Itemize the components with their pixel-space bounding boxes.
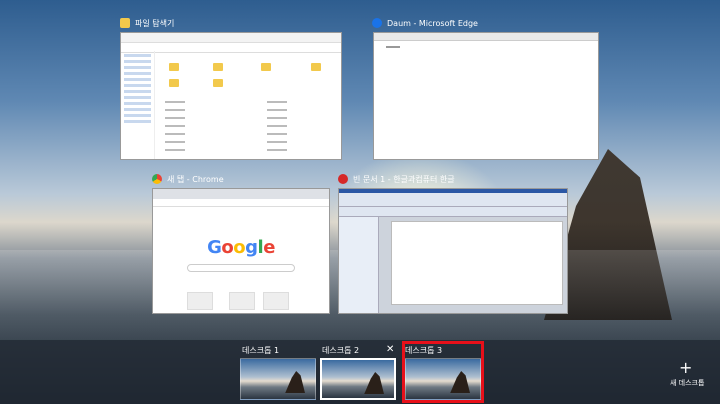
folder-icon <box>213 79 223 87</box>
folder-icon <box>261 63 271 71</box>
new-desktop-plus-icon[interactable]: + <box>679 360 692 376</box>
chrome-address-bar <box>153 199 329 207</box>
hwp-icon <box>338 174 348 184</box>
folder-icon <box>120 18 130 28</box>
explorer-nav-pane <box>121 51 155 159</box>
chrome-window-title[interactable]: 새 탭 - Chrome <box>152 172 224 186</box>
google-search-box <box>187 264 295 272</box>
shortcut-tile <box>263 292 289 310</box>
desktop-1-label: 데스크톱 1 <box>242 346 280 355</box>
folder-icon <box>169 63 179 71</box>
hwp-document-page <box>391 221 563 305</box>
chrome-window-thumbnail[interactable]: Google <box>152 188 330 314</box>
edge-window-title[interactable]: Daum - Microsoft Edge <box>372 16 478 30</box>
edge-title-text: Daum - Microsoft Edge <box>387 18 478 28</box>
shortcut-tile <box>229 292 255 310</box>
explorer-window-title[interactable]: 파일 탐색기 <box>120 16 174 30</box>
edge-toolbar <box>374 33 598 41</box>
hwp-side-panel <box>339 217 379 313</box>
folder-icon <box>311 63 321 71</box>
hwp-window-thumbnail[interactable] <box>338 188 568 314</box>
desktop-3-highlight-box <box>402 341 484 403</box>
desktop-2-thumbnail[interactable] <box>320 358 396 400</box>
hwp-window-title[interactable]: 빈 문서 1 - 한글과컴퓨터 한글 <box>338 172 455 186</box>
desktop-2-label: 데스크톱 2 <box>322 346 360 355</box>
explorer-title-text: 파일 탐색기 <box>135 18 175 28</box>
chrome-title-text: 새 탭 - Chrome <box>167 174 224 184</box>
close-desktop-2-icon[interactable]: ✕ <box>386 344 394 355</box>
chrome-icon <box>152 174 162 184</box>
hwp-toolbar <box>339 193 567 207</box>
edge-icon <box>372 18 382 28</box>
folder-icon <box>169 79 179 87</box>
chrome-tab-strip <box>153 189 329 199</box>
edge-window-thumbnail[interactable] <box>373 32 599 160</box>
google-logo: Google <box>207 237 275 258</box>
desktop-1-thumbnail[interactable] <box>240 358 316 400</box>
explorer-ribbon <box>121 33 341 43</box>
hwp-title-text: 빈 문서 1 - 한글과컴퓨터 한글 <box>353 174 455 184</box>
explorer-window-thumbnail[interactable] <box>120 32 342 160</box>
new-desktop-label[interactable]: 새 데스크톱 <box>670 378 704 388</box>
shortcut-tile <box>187 292 213 310</box>
hwp-format-bar <box>339 207 567 217</box>
folder-icon <box>213 63 223 71</box>
